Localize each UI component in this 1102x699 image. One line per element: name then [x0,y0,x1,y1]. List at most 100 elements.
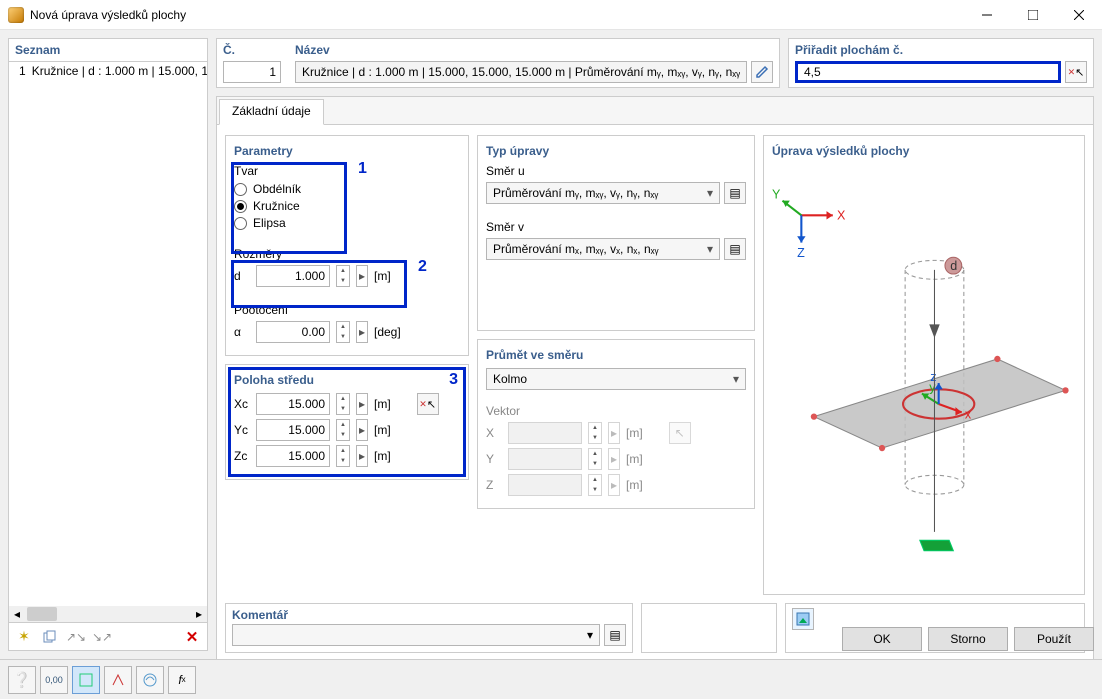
svg-text:Z: Z [797,246,805,260]
maximize-button[interactable] [1010,0,1056,30]
direction-u-dropdown[interactable]: Průměrování mᵧ, mₓᵧ, vᵧ, nᵧ, nₓᵧ▾ [486,182,720,204]
app-icon [8,7,24,23]
yc-input[interactable] [256,419,330,441]
radio-ellipse[interactable]: Elipsa [234,216,460,230]
projection-dropdown[interactable]: Kolmo▾ [486,368,746,390]
minimize-button[interactable] [964,0,1010,30]
alpha-step-button[interactable]: ▸ [356,321,368,343]
vz-label: Z [486,478,502,492]
annotation-3: 3 [449,371,458,389]
adjustment-type-title: Typ úpravy [486,144,746,158]
zc-step-button[interactable]: ▸ [356,445,368,467]
comment-lib-button[interactable]: ▤ [604,624,626,646]
vz-spinner: ▲▼ [588,474,602,496]
alpha-spinner[interactable]: ▲▼ [336,321,350,343]
radio-rectangle[interactable]: Obdélník [234,182,460,196]
svg-text:d: d [950,259,957,273]
xc-step-button[interactable]: ▸ [356,393,368,415]
preview-svg: X Y Z [772,164,1076,606]
d-label: d [234,269,250,283]
zc-input[interactable] [256,445,330,467]
d-step-button[interactable]: ▸ [356,265,368,287]
vz-input [508,474,582,496]
direction-u-lib-button[interactable]: ▤ [724,182,746,204]
pick-center-button[interactable]: ✕↖ [417,393,439,415]
svg-text:Y: Y [772,188,781,202]
svg-text:z: z [930,370,936,384]
preview-panel: Úprava výsledků plochy X Y Z [763,135,1085,595]
cancel-button[interactable]: Storno [928,627,1008,651]
h-scrollbar[interactable]: ◂▸ [9,606,207,622]
vx-unit: [m] [626,426,643,440]
close-button[interactable] [1056,0,1102,30]
vz-step-button: ▸ [608,474,620,496]
direction-u-label: Směr u [486,164,746,178]
radio-circle[interactable]: Kružnice [234,199,460,213]
new-item-button[interactable]: ✶ [13,626,35,648]
d-input[interactable] [256,265,330,287]
pick-surfaces-button[interactable]: ✕↖ [1065,61,1087,83]
pick-vector-button: ↖ [669,422,691,444]
yc-unit: [m] [374,423,391,437]
copy-item-button[interactable] [39,626,61,648]
direction-v-lib-button[interactable]: ▤ [724,238,746,260]
parameters-title: Parametry [234,144,460,158]
yc-spinner[interactable]: ▲▼ [336,419,350,441]
yc-label: Yc [234,423,250,437]
number-label: Č. [223,43,281,57]
direction-v-dropdown[interactable]: Průměrování mₓ, mₓᵧ, vₓ, nₓ, nₓᵧ▾ [486,238,720,260]
xc-input[interactable] [256,393,330,415]
name-input[interactable] [295,61,747,83]
link-item-button[interactable]: ↗↘ [65,626,87,648]
annotation-2: 2 [418,258,427,276]
preview-title: Úprava výsledků plochy [772,144,1076,158]
alpha-label: α [234,325,250,339]
delete-item-button[interactable]: ✕ [181,626,203,648]
preview-refresh-button[interactable] [792,608,814,630]
titlebar: Nová úprava výsledků plochy [0,0,1102,30]
list-item[interactable]: 1 Kružnice | d : 1.000 m | 15.000, 1 [9,62,207,80]
unlink-item-button[interactable]: ↘↗ [91,626,113,648]
number-input[interactable] [223,61,281,83]
direction-v-label: Směr v [486,220,746,234]
assign-surfaces-input[interactable] [795,61,1061,83]
list-header: Seznam [8,38,208,62]
vy-label: Y [486,452,502,466]
bottom-toolbar: ❔ 0,00 fx [0,659,1102,699]
list-item-num: 1 [19,64,26,78]
annotation-1: 1 [358,160,367,178]
d-unit: [m] [374,269,391,283]
alpha-unit: [deg] [374,325,401,339]
comment-dropdown[interactable]: ▾ [232,624,600,646]
vx-step-button: ▸ [608,422,620,444]
vy-input [508,448,582,470]
d-spinner[interactable]: ▲▼ [336,265,350,287]
ok-button[interactable]: OK [842,627,922,651]
vy-spinner: ▲▼ [588,448,602,470]
edit-name-button[interactable] [751,61,773,83]
tab-basic-data[interactable]: Základní údaje [219,99,324,125]
view-mode-2[interactable] [104,666,132,694]
alpha-input[interactable] [256,321,330,343]
units-button[interactable]: 0,00 [40,666,68,694]
vx-spinner: ▲▼ [588,422,602,444]
yc-step-button[interactable]: ▸ [356,419,368,441]
xc-spinner[interactable]: ▲▼ [336,393,350,415]
zc-unit: [m] [374,449,391,463]
view-mode-1[interactable] [72,666,100,694]
zc-spinner[interactable]: ▲▼ [336,445,350,467]
list-body: 1 Kružnice | d : 1.000 m | 15.000, 1 ◂▸ [8,62,208,623]
vy-unit: [m] [626,452,643,466]
help-button[interactable]: ❔ [8,666,36,694]
xc-unit: [m] [374,397,391,411]
view-mode-4[interactable]: fx [168,666,196,694]
shape-label: Tvar [234,164,460,178]
apply-button[interactable]: Použít [1014,627,1094,651]
list-item-label: Kružnice | d : 1.000 m | 15.000, 1 [32,64,208,78]
view-mode-3[interactable] [136,666,164,694]
tab-bar: Základní údaje [217,97,1093,125]
center-title: Poloha středu [234,373,460,387]
list-toolbar: ✶ ↗↘ ↘↗ ✕ [8,623,208,651]
projection-title: Průmět ve směru [486,348,746,362]
vx-label: X [486,426,502,440]
